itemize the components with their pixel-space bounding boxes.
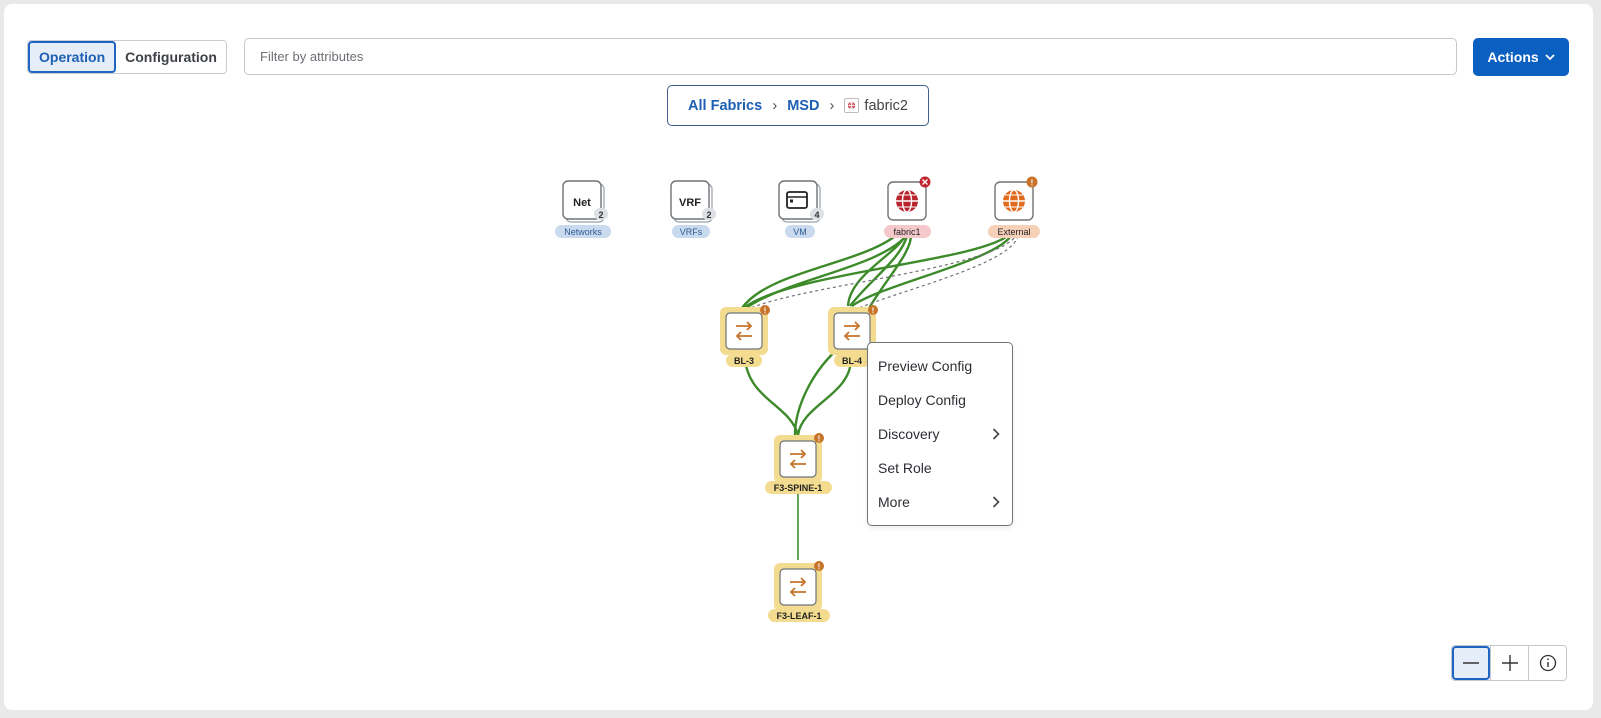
fabric1-label: fabric1 bbox=[893, 227, 920, 237]
menu-item-set-role[interactable]: Set Role bbox=[868, 451, 1012, 485]
globe-icon bbox=[896, 189, 918, 213]
f3-spine-1-label: F3-SPINE-1 bbox=[774, 483, 823, 493]
minus-icon bbox=[1463, 662, 1479, 664]
networks-count-badge: 2 bbox=[598, 210, 603, 220]
vrfs-icon-text: VRF bbox=[679, 197, 701, 209]
menu-item-label: Set Role bbox=[878, 460, 932, 476]
svg-text:!: ! bbox=[818, 434, 821, 443]
svg-text:!: ! bbox=[1031, 179, 1034, 188]
switch-bl-3[interactable]: ! BL-3 bbox=[720, 305, 770, 367]
chevron-right-icon bbox=[992, 485, 1000, 519]
svg-text:!: ! bbox=[818, 562, 821, 571]
error-badge-icon bbox=[919, 176, 931, 188]
zoom-in-button[interactable] bbox=[1490, 646, 1528, 680]
topology-canvas: Net 2 Networks VRF 2 VRFs 4 VM fabric1 !… bbox=[555, 176, 1040, 622]
chevron-right-icon bbox=[992, 417, 1000, 451]
vm-count-badge: 4 bbox=[814, 210, 819, 220]
networks-icon-text: Net bbox=[573, 197, 591, 209]
menu-item-label: More bbox=[878, 494, 910, 510]
warning-badge-icon: ! bbox=[1026, 176, 1038, 188]
menu-item-discovery[interactable]: Discovery bbox=[868, 417, 1012, 451]
external-label: External bbox=[997, 227, 1030, 237]
menu-item-preview-config[interactable]: Preview Config bbox=[868, 349, 1012, 383]
menu-item-label: Preview Config bbox=[878, 358, 973, 374]
info-icon bbox=[1539, 654, 1556, 672]
networks-label: Networks bbox=[564, 227, 602, 237]
node-vrfs[interactable]: VRF 2 VRFs bbox=[670, 180, 716, 238]
node-fabric1[interactable]: fabric1 bbox=[884, 176, 931, 239]
node-networks[interactable]: Net 2 Networks bbox=[555, 180, 611, 238]
bl-3-label: BL-3 bbox=[734, 356, 754, 366]
node-vm[interactable]: 4 VM bbox=[778, 180, 824, 238]
vrfs-count-badge: 2 bbox=[706, 210, 711, 220]
menu-item-more[interactable]: More bbox=[868, 485, 1012, 519]
node-external[interactable]: ! External bbox=[988, 176, 1040, 239]
plus-icon bbox=[1501, 655, 1518, 671]
bl-4-label: BL-4 bbox=[842, 356, 862, 366]
f3-leaf-1-label: F3-LEAF-1 bbox=[777, 611, 822, 621]
menu-item-label: Deploy Config bbox=[878, 392, 966, 408]
switch-f3-spine-1[interactable]: ! F3-SPINE-1 bbox=[765, 433, 832, 494]
menu-item-label: Discovery bbox=[878, 426, 940, 442]
menu-item-deploy-config[interactable]: Deploy Config bbox=[868, 383, 1012, 417]
globe-icon bbox=[1003, 189, 1025, 213]
context-menu: Preview Config Deploy Config Discovery S… bbox=[867, 342, 1013, 526]
svg-text:!: ! bbox=[872, 306, 875, 315]
svg-text:!: ! bbox=[764, 306, 767, 315]
vrfs-label: VRFs bbox=[680, 227, 703, 237]
zoom-out-button[interactable] bbox=[1452, 646, 1490, 680]
vm-label: VM bbox=[793, 227, 807, 237]
zoom-controls bbox=[1451, 645, 1567, 681]
info-button[interactable] bbox=[1528, 646, 1566, 680]
switch-f3-leaf-1[interactable]: ! F3-LEAF-1 bbox=[768, 561, 830, 622]
